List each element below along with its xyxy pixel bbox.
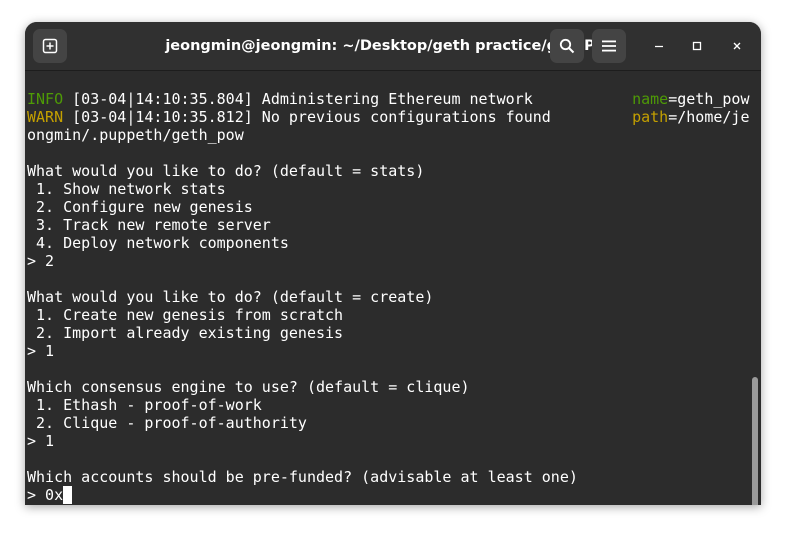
log-message: [03-04|14:10:35.812] No previous configu…	[63, 108, 633, 126]
terminal-line: > 2	[27, 252, 55, 270]
maximize-icon	[692, 41, 702, 51]
terminal-line: 2. Import already existing genesis	[27, 324, 344, 342]
search-icon	[559, 38, 575, 54]
terminal-window: jeongmin@jeongmin: ~/Desktop/geth practi…	[25, 22, 761, 505]
terminal-line: > 1	[27, 342, 55, 360]
terminal-line: What would you like to do? (default = cr…	[27, 288, 434, 306]
terminal-output[interactable]: INFO [03-04|14:10:35.804] Administering …	[25, 71, 761, 505]
close-icon	[733, 42, 741, 50]
terminal-line: What would you like to do? (default = st…	[27, 162, 425, 180]
prompt-input-text[interactable]: > 0x	[27, 486, 63, 504]
terminal-line: 4. Deploy network components	[27, 234, 289, 252]
log-line-info: INFO [03-04|14:10:35.804] Administering …	[27, 90, 749, 108]
terminal-line: 1. Show network stats	[27, 180, 226, 198]
text-cursor	[63, 486, 73, 504]
terminal-line: > 1	[27, 432, 55, 450]
close-button[interactable]	[726, 35, 748, 57]
log-line-warn: WARN [03-04|14:10:35.812] No previous co…	[27, 108, 749, 126]
prompt-line[interactable]: > 0x	[27, 486, 73, 504]
terminal-line: 2. Configure new genesis	[27, 198, 253, 216]
hamburger-menu-icon	[602, 40, 616, 52]
terminal-line: 2. Clique - proof-of-authority	[27, 414, 307, 432]
minimize-icon	[655, 45, 663, 48]
menu-button[interactable]	[592, 29, 626, 63]
terminal-line: 1. Create new genesis from scratch	[27, 306, 344, 324]
terminal-line: Which accounts should be pre-funded? (ad…	[27, 468, 578, 486]
new-tab-icon	[42, 38, 58, 54]
log-message: [03-04|14:10:35.804] Administering Ether…	[63, 90, 633, 108]
log-level: WARN	[27, 108, 64, 126]
title-bar[interactable]: jeongmin@jeongmin: ~/Desktop/geth practi…	[25, 22, 761, 71]
terminal-line: 3. Track new remote server	[27, 216, 271, 234]
search-button[interactable]	[550, 29, 584, 63]
scrollbar-thumb[interactable]	[752, 377, 758, 505]
log-level: INFO	[27, 90, 64, 108]
log-key: name	[632, 90, 669, 108]
terminal-line: ongmin/.puppeth/geth_pow	[27, 126, 244, 144]
log-key: path	[632, 108, 669, 126]
minimize-button[interactable]	[648, 35, 670, 57]
maximize-button[interactable]	[686, 35, 708, 57]
new-tab-button[interactable]	[33, 29, 67, 63]
terminal-line: 1. Ethash - proof-of-work	[27, 396, 262, 414]
log-value: =geth_pow	[668, 90, 750, 108]
terminal-line: Which consensus engine to use? (default …	[27, 378, 470, 396]
log-value: =/home/je	[668, 108, 750, 126]
